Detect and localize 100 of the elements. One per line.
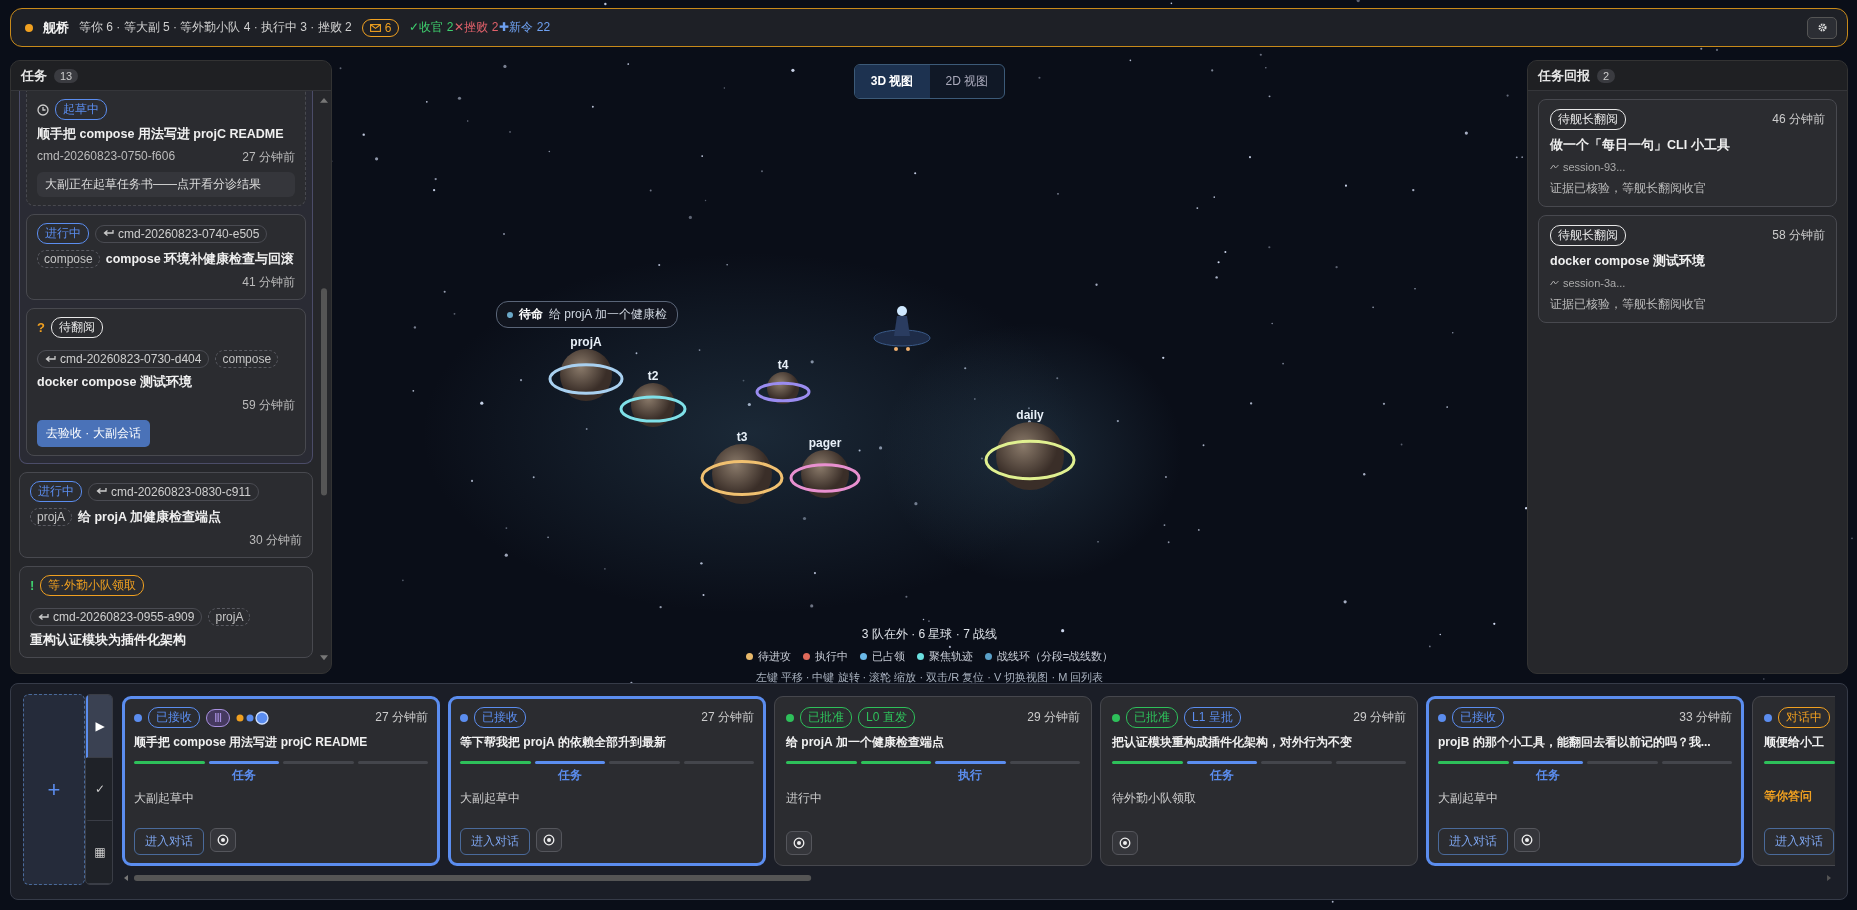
report-note: 证据已核验，等舰长翻阅收官 xyxy=(1550,296,1707,313)
card-status-text: 待外勤小队领取 xyxy=(1112,790,1197,807)
rail-tab[interactable]: ▦ xyxy=(86,821,112,884)
clock-icon xyxy=(37,103,49,116)
tally: ✕挫败 2 xyxy=(454,19,499,36)
status-badge: L1 呈批 xyxy=(1184,707,1241,728)
task-title: docker compose 测试环境 xyxy=(37,374,192,391)
queue-summary: 等你 6 · 等大副 5 · 等外勤小队 4 · 执行中 3 · 挫败 2 xyxy=(79,19,352,36)
target-icon xyxy=(1521,834,1533,846)
envelope-icon xyxy=(369,23,381,32)
return-arrow-icon xyxy=(38,612,49,622)
target-icon xyxy=(217,834,229,846)
settings-button[interactable] xyxy=(1807,16,1837,39)
command-id: cmd-20260823-0730-d404 xyxy=(60,352,202,366)
command-card[interactable]: 已接收 27 分钟前 等下帮我把 projA 的依赖全部升到最新 任务 大副起草中 进入对话 xyxy=(448,696,766,866)
target-button[interactable] xyxy=(1112,831,1138,855)
status-badge: 已批准 xyxy=(1126,707,1178,728)
target-button[interactable] xyxy=(536,828,562,852)
target-button[interactable] xyxy=(210,828,236,852)
target-icon xyxy=(793,837,805,849)
task-card[interactable]: 进行中 cmd-20260823-0740-e505 compose compose 环境补健康检查与回滚 41 分钟前 xyxy=(26,214,306,300)
planet[interactable] xyxy=(631,383,675,427)
command-id: cmd-20260823-0740-e505 xyxy=(118,226,260,241)
target-icon xyxy=(543,834,555,846)
session-id: session-3a... xyxy=(1563,277,1626,289)
task-card[interactable]: ! 等·外勤小队领取 cmd-20260823-0955-a909 projA 重构认证模块为插件化架构 xyxy=(19,566,313,658)
card-title: 给 projA 加一个健康检查端点 xyxy=(786,734,944,751)
planet-label: daily xyxy=(1016,408,1044,422)
report-card[interactable]: 待舰长翻阅 58 分钟前 docker compose 测试环境 session-3a... 证据已核验，等舰长翻阅收官 xyxy=(1538,215,1837,323)
planet[interactable] xyxy=(996,422,1064,490)
panel-title: 任务 xyxy=(21,66,47,85)
draft-note: 大副正在起草任务书——点开看分诊结果 xyxy=(37,172,295,197)
card-status-text: 大副起草中 xyxy=(1438,790,1499,807)
status-dot-icon xyxy=(507,311,513,318)
stage-label: 任务 xyxy=(1210,767,1235,784)
card-title: 顺便给小工 xyxy=(1764,734,1824,751)
command-card[interactable]: 对话中 顺便给小工 等你答问 进入对话 xyxy=(1752,696,1835,866)
report-card[interactable]: 待舰长翻阅 46 分钟前 做一个「每日一句」CLI 小工具 session-93... 证据已核验，等舰长翻阅收官 xyxy=(1538,99,1837,207)
status-badge: 已接收 xyxy=(474,707,526,728)
rail-tab[interactable]: ▶ xyxy=(86,695,112,758)
legend-label: 战线环（分段=战线数） xyxy=(996,649,1114,664)
status-badge: 对话中 xyxy=(1778,707,1830,728)
status-badge: Ⅲ xyxy=(206,708,230,727)
target-button[interactable] xyxy=(1514,828,1540,852)
command-id: cmd-20260823-0830-c911 xyxy=(111,484,251,499)
card-time: 29 分钟前 xyxy=(1353,709,1406,726)
return-arrow-icon xyxy=(45,354,56,364)
task-time: 30 分钟前 xyxy=(249,532,302,549)
card-title: 顺手把 compose 用法写进 projC README xyxy=(134,734,368,751)
report-time: 58 分钟前 xyxy=(1772,227,1825,244)
command-card[interactable]: 已接收 33 分钟前 projB 的那个小工具，能翻回去看以前记的吗？我... 任务 大副起草中 进入对话 xyxy=(1426,696,1744,866)
status-badge: 等·外勤小队领取 xyxy=(40,575,145,596)
planet[interactable] xyxy=(767,372,799,404)
task-title: 给 projA 加健康检查端点 xyxy=(78,508,222,526)
rail-tab[interactable]: ✓ xyxy=(86,758,112,821)
card-title: 等下帮我把 projA 的依赖全部升到最新 xyxy=(460,734,666,751)
command-id: cmd-20260823-0955-a909 xyxy=(53,610,195,624)
tally: ✚新令 22 xyxy=(499,19,551,36)
task-time: 59 分钟前 xyxy=(242,397,295,414)
mail-count: 6 xyxy=(384,20,392,35)
tooltip-status: 待命 xyxy=(519,306,543,323)
card-time: 29 分钟前 xyxy=(1027,709,1080,726)
task-title: 顺手把 compose 用法写进 projC README xyxy=(37,126,284,143)
planet-label: projA xyxy=(570,335,602,349)
command-card[interactable]: 已接收 Ⅲ 27 分钟前 顺手把 compose 用法写进 projC README 任务 大副起草中 进入对话 xyxy=(122,696,440,866)
chat-button[interactable]: 进入对话 xyxy=(1764,828,1834,855)
status-badge: 已批准 xyxy=(800,707,852,728)
add-button[interactable]: + xyxy=(23,694,85,885)
task-card[interactable]: 起草中 顺手把 compose 用法写进 projC README cmd-20260823-0750-f606 27 分钟前 大副正在起草任务书——点开看分诊结果 xyxy=(26,91,306,206)
planet[interactable] xyxy=(712,444,772,504)
session-id: session-93... xyxy=(1563,161,1626,173)
chat-button[interactable]: 进入对话 xyxy=(1438,828,1508,855)
task-count: 13 xyxy=(54,68,79,83)
legend-label: 聚焦轨迹 xyxy=(928,649,973,664)
command-card[interactable]: 已批准 L1 呈批 29 分钟前 把认证模块重构成插件化架构，对外行为不变 任务 待外勤小队领取 xyxy=(1100,696,1418,866)
target-button[interactable] xyxy=(786,831,812,855)
planet[interactable] xyxy=(801,450,849,498)
card-status-text: 进行中 xyxy=(786,790,823,807)
spaceship-drawing[interactable] xyxy=(873,306,931,351)
view-tab[interactable]: 3D 视图 xyxy=(854,65,930,98)
planet[interactable] xyxy=(560,349,612,401)
task-card[interactable]: ? 待翻阅 cmd-20260823-0730-d404 compose docker compose 测试环境 59 分钟前 去验收 · 大副会话 xyxy=(26,308,306,456)
legend-label: 已占领 xyxy=(871,649,905,664)
task-card[interactable]: 进行中 cmd-20260823-0830-c911 projA 给 projA 加健康检查端点 30 分钟前 xyxy=(19,472,313,558)
report-title: docker compose 测试环境 xyxy=(1550,253,1706,270)
map-stats: 3 队在外 · 6 星球 · 7 战线 xyxy=(861,626,998,643)
view-tab[interactable]: 2D 视图 xyxy=(929,65,1005,98)
chat-button[interactable]: 进入对话 xyxy=(134,828,204,855)
status-badge: 待舰长翻阅 xyxy=(1550,109,1626,130)
command-card[interactable]: 已批准 L0 直发 29 分钟前 给 projA 加一个健康检查端点 执行 进行中 xyxy=(774,696,1092,866)
status-badge: 已接收 xyxy=(1452,707,1504,728)
legend-label: 待进攻 xyxy=(757,649,791,664)
review-button[interactable]: 去验收 · 大副会话 xyxy=(37,420,150,447)
status-badge: 进行中 xyxy=(30,481,82,502)
report-time: 46 分钟前 xyxy=(1772,111,1825,128)
status-badge: 待翻阅 xyxy=(50,317,103,338)
stage-label: 执行 xyxy=(957,767,982,784)
status-badge: 待舰长翻阅 xyxy=(1550,225,1626,246)
legend-label: 执行中 xyxy=(814,649,848,664)
chat-button[interactable]: 进入对话 xyxy=(460,828,530,855)
